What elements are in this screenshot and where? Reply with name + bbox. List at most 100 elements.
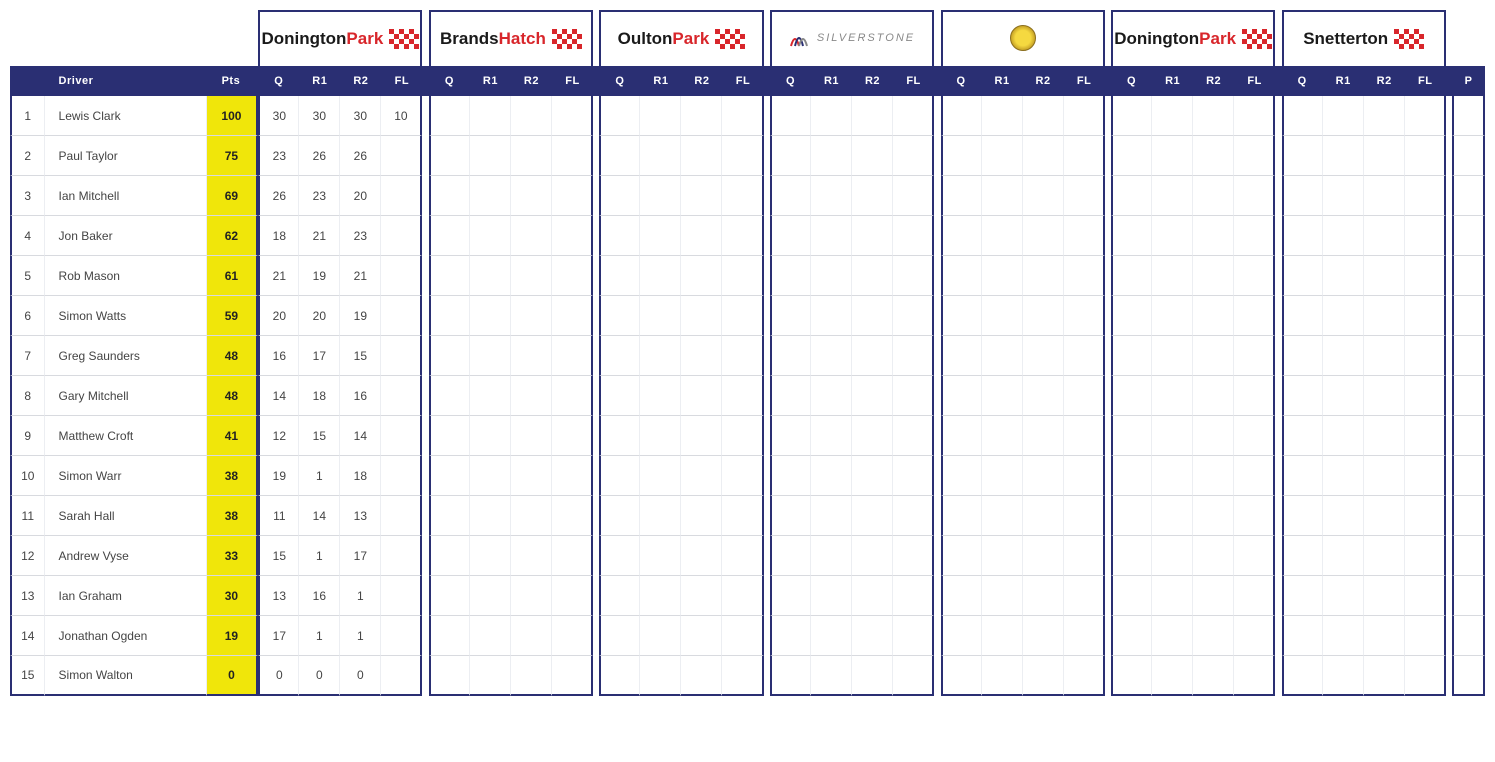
cell-result: 23 bbox=[299, 176, 340, 216]
cell-result bbox=[1023, 296, 1064, 336]
cell-result bbox=[1234, 416, 1275, 456]
cell-p bbox=[1452, 256, 1485, 296]
cell-result bbox=[941, 496, 982, 536]
cell-result: 11 bbox=[258, 496, 299, 536]
cell-result bbox=[552, 656, 593, 696]
cell-result bbox=[893, 296, 934, 336]
cell-p bbox=[1452, 416, 1485, 456]
col-r1: R1 bbox=[470, 66, 511, 96]
cell-result bbox=[1111, 256, 1152, 296]
cell-rank: 1 bbox=[10, 96, 45, 136]
cell-result bbox=[982, 296, 1023, 336]
col-fl: FL bbox=[1064, 66, 1105, 96]
cell-result bbox=[511, 216, 552, 256]
cell-result bbox=[1023, 376, 1064, 416]
col-q: Q bbox=[1282, 66, 1323, 96]
table-row: 5Rob Mason61211921 bbox=[10, 256, 1485, 296]
cell-p bbox=[1452, 176, 1485, 216]
cell-result bbox=[640, 176, 681, 216]
cell-result: 30 bbox=[340, 96, 381, 136]
cell-result: 0 bbox=[258, 656, 299, 696]
track-header-silverstone: SILVERSTONE bbox=[770, 10, 934, 66]
cell-result bbox=[982, 216, 1023, 256]
col-r2: R2 bbox=[340, 66, 381, 96]
cell-result bbox=[1064, 576, 1105, 616]
cell-result bbox=[1282, 536, 1323, 576]
cell-result bbox=[1023, 96, 1064, 136]
cell-result bbox=[1023, 616, 1064, 656]
cell-result bbox=[893, 136, 934, 176]
cell-result bbox=[1193, 96, 1234, 136]
cell-result bbox=[941, 536, 982, 576]
cell-result bbox=[1234, 176, 1275, 216]
cell-result bbox=[599, 416, 640, 456]
track-header-oultonpark: OultonPark bbox=[599, 10, 763, 66]
cell-p bbox=[1452, 456, 1485, 496]
cell-result bbox=[1234, 336, 1275, 376]
cell-result bbox=[852, 336, 893, 376]
cell-result bbox=[1405, 416, 1446, 456]
cell-result: 13 bbox=[340, 496, 381, 536]
cell-result bbox=[1234, 536, 1275, 576]
cell-result: 10 bbox=[381, 96, 422, 136]
cell-result bbox=[982, 536, 1023, 576]
cell-result bbox=[852, 616, 893, 656]
cell-result bbox=[429, 576, 470, 616]
cell-result bbox=[852, 96, 893, 136]
cell-result bbox=[1234, 496, 1275, 536]
cell-result bbox=[1282, 456, 1323, 496]
cell-result bbox=[599, 656, 640, 696]
cell-result bbox=[681, 656, 722, 696]
track-name-a: Donington bbox=[261, 29, 346, 48]
cell-result bbox=[681, 136, 722, 176]
cell-result bbox=[511, 136, 552, 176]
column-header-row: Driver Pts QR1R2FLQR1R2FLQR1R2FLQR1R2FLQ… bbox=[10, 66, 1485, 96]
cell-rank: 5 bbox=[10, 256, 45, 296]
cell-result bbox=[770, 496, 811, 536]
cell-result bbox=[1193, 176, 1234, 216]
cell-result bbox=[941, 256, 982, 296]
cell-rank: 15 bbox=[10, 656, 45, 696]
cell-result bbox=[982, 416, 1023, 456]
cell-result: 13 bbox=[258, 576, 299, 616]
cell-p bbox=[1452, 496, 1485, 536]
cell-result bbox=[511, 576, 552, 616]
cell-result bbox=[1323, 536, 1364, 576]
cell-result bbox=[852, 456, 893, 496]
cell-result bbox=[1152, 576, 1193, 616]
cell-result bbox=[552, 376, 593, 416]
track-header-row: DoningtonPark BrandsHatch OultonPark SIL… bbox=[10, 10, 1485, 66]
col-q: Q bbox=[770, 66, 811, 96]
track-name-a: Brands bbox=[440, 29, 499, 48]
cell-result bbox=[552, 576, 593, 616]
cell-result bbox=[1323, 456, 1364, 496]
table-row: 4Jon Baker62182123 bbox=[10, 216, 1485, 256]
cell-result bbox=[381, 456, 422, 496]
cell-result bbox=[722, 136, 763, 176]
cell-result bbox=[511, 376, 552, 416]
cell-result bbox=[429, 176, 470, 216]
cell-result bbox=[1405, 176, 1446, 216]
cell-result bbox=[1193, 136, 1234, 176]
cell-result bbox=[982, 376, 1023, 416]
cell-result bbox=[941, 376, 982, 416]
cell-rank: 9 bbox=[10, 416, 45, 456]
track-name-b: Park bbox=[1199, 29, 1236, 48]
cell-result bbox=[982, 496, 1023, 536]
cell-result bbox=[1282, 336, 1323, 376]
cell-result bbox=[770, 96, 811, 136]
cell-result bbox=[982, 576, 1023, 616]
cell-result bbox=[722, 536, 763, 576]
col-r1: R1 bbox=[299, 66, 340, 96]
cell-result bbox=[1064, 256, 1105, 296]
cell-pts: 30 bbox=[207, 576, 259, 616]
cell-result bbox=[511, 616, 552, 656]
cell-result bbox=[722, 416, 763, 456]
checkered-flag-icon bbox=[552, 29, 582, 49]
cell-result bbox=[681, 96, 722, 136]
cell-result: 17 bbox=[299, 336, 340, 376]
cell-result bbox=[1364, 376, 1405, 416]
cell-result bbox=[1364, 336, 1405, 376]
cell-result bbox=[381, 296, 422, 336]
cell-result: 14 bbox=[340, 416, 381, 456]
